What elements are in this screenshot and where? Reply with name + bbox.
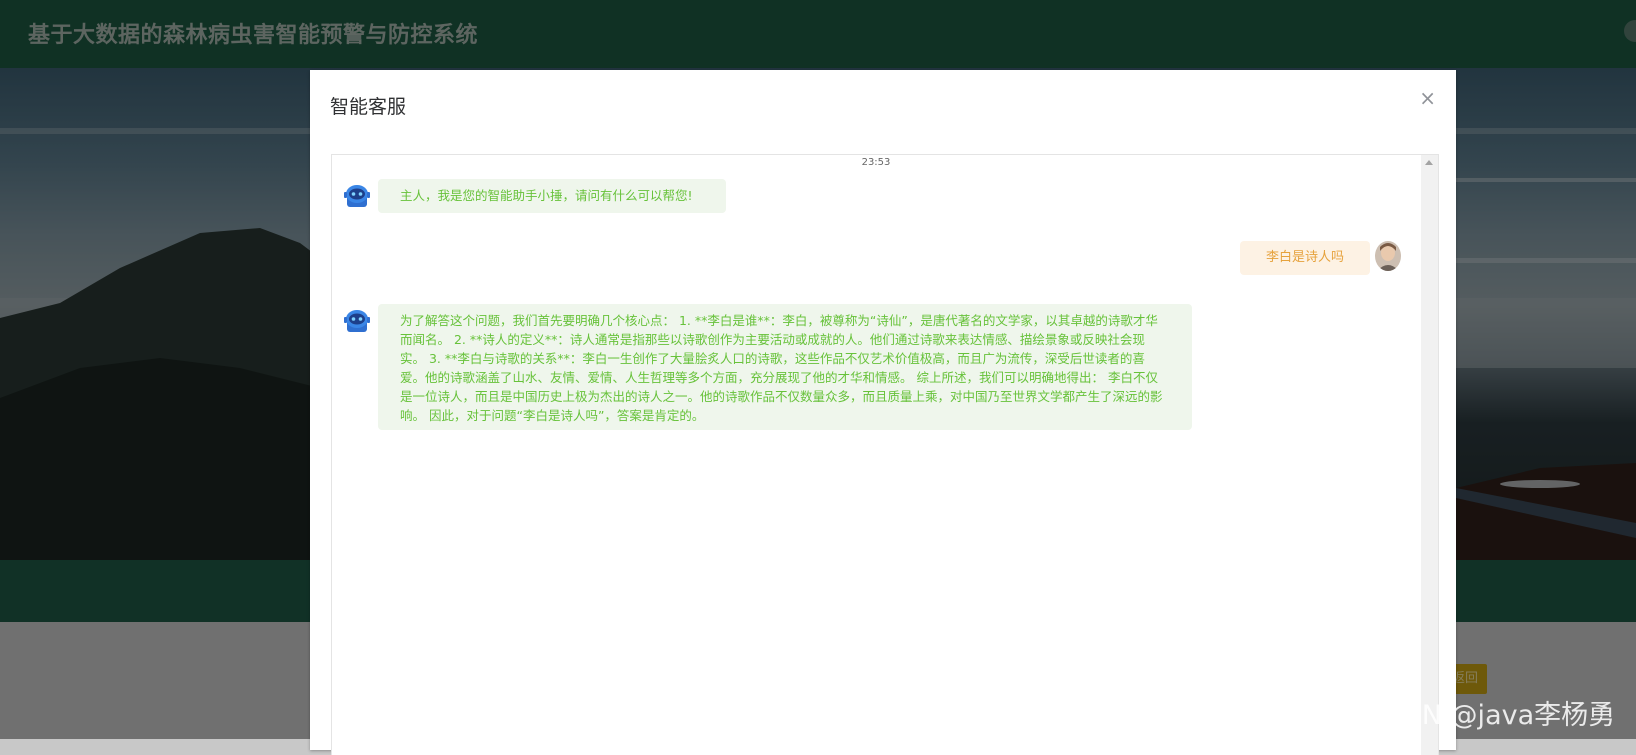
chat-dialog: 智能客服 × 23:53 主人，我是您的智能助手小捶，请问有什么可以帮您! 李白… bbox=[310, 70, 1456, 755]
user-message-bubble: 李白是诗人吗 bbox=[1240, 241, 1370, 275]
scroll-up-icon[interactable] bbox=[1425, 160, 1433, 165]
close-icon[interactable]: × bbox=[1419, 86, 1436, 110]
chat-scrollbar[interactable] bbox=[1421, 155, 1438, 755]
robot-icon bbox=[344, 310, 370, 332]
watermark: CSDN @java李杨勇 bbox=[1365, 700, 1616, 731]
bot-message-bubble: 主人，我是您的智能助手小捶，请问有什么可以帮您! bbox=[378, 179, 726, 213]
message-timestamp: 23:53 bbox=[861, 157, 891, 168]
dialog-title: 智能客服 bbox=[330, 96, 407, 118]
bot-message-bubble: 为了解答这个问题，我们首先要明确几个核心点： 1. **李白是谁**：李白，被尊… bbox=[378, 304, 1192, 430]
chat-message-area[interactable]: 23:53 主人，我是您的智能助手小捶，请问有什么可以帮您! 李白是诗人吗 为了… bbox=[331, 154, 1439, 755]
robot-icon bbox=[344, 185, 370, 207]
user-avatar bbox=[1375, 241, 1401, 271]
